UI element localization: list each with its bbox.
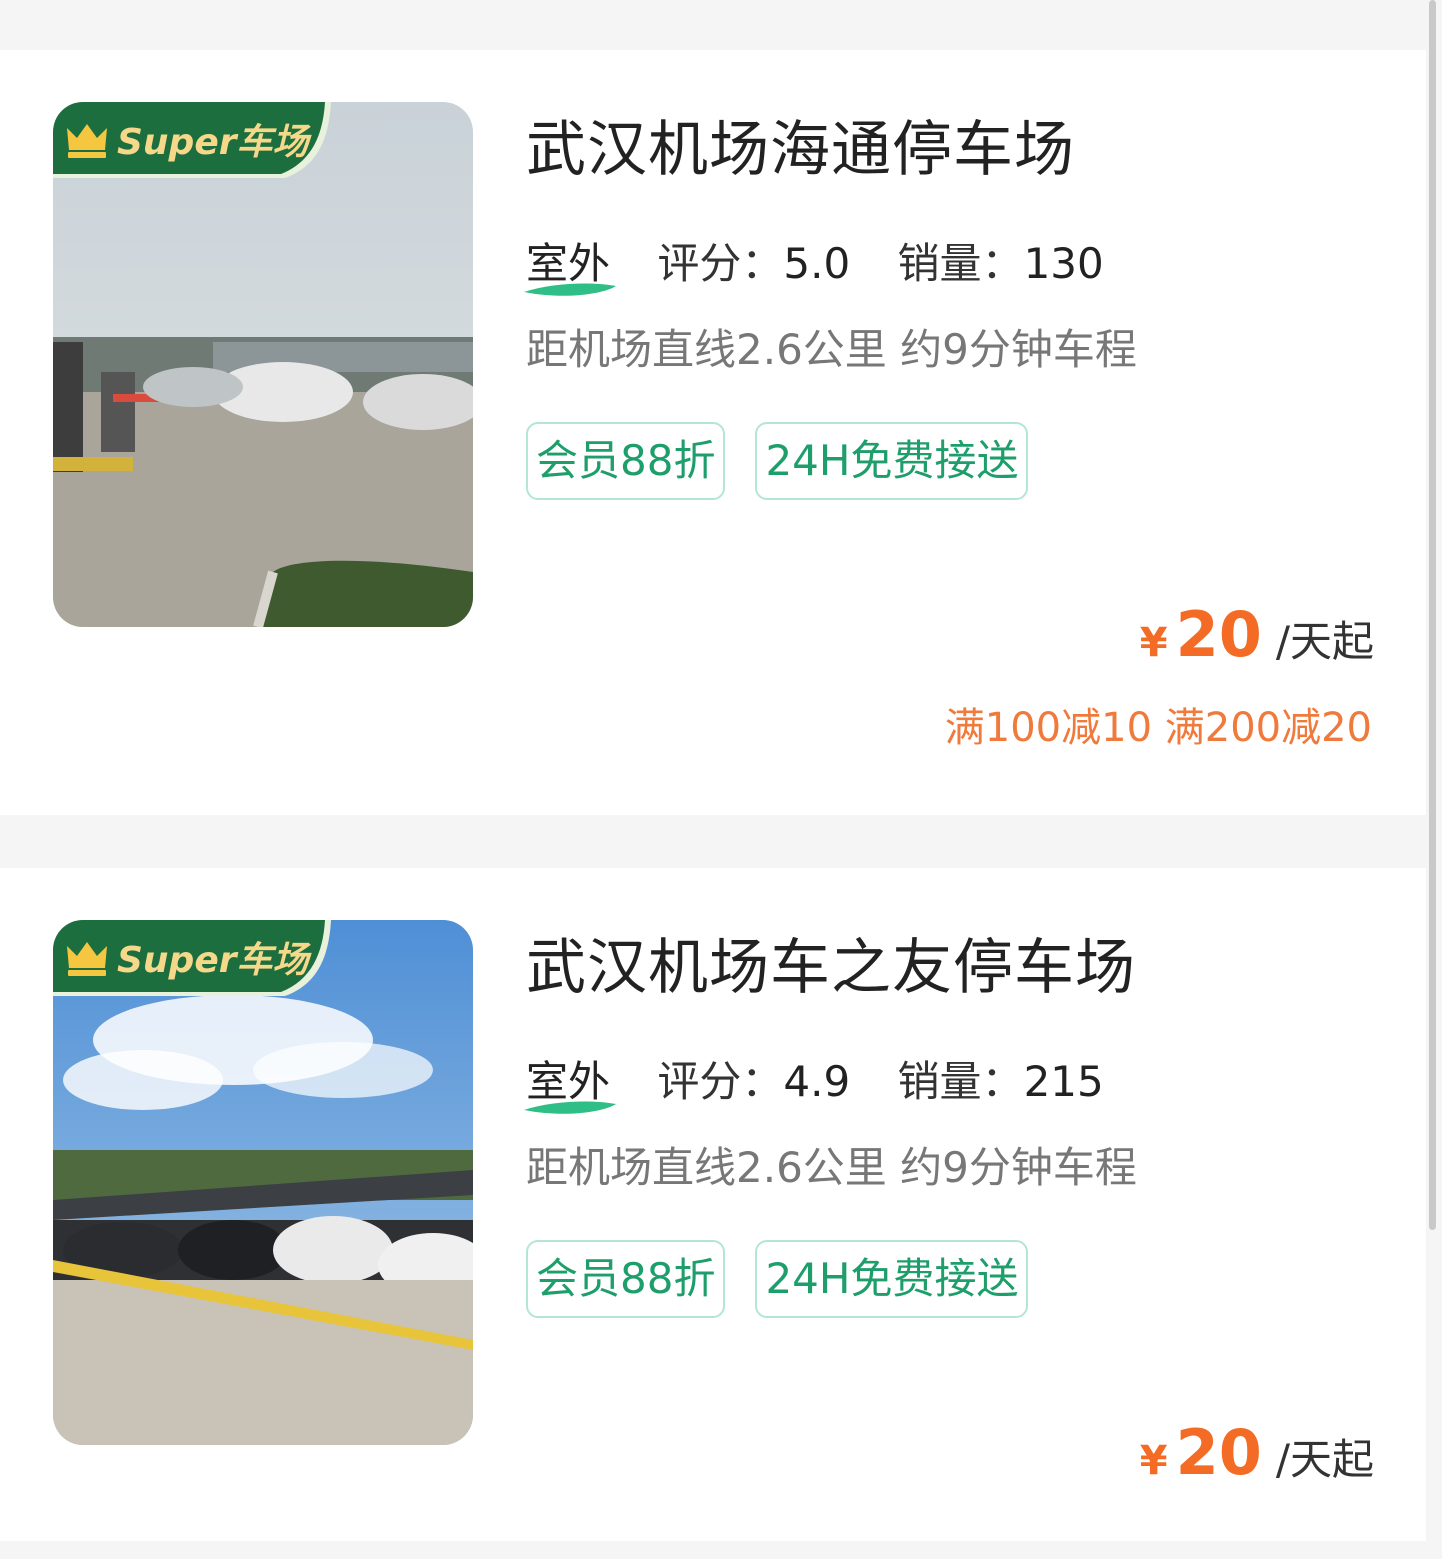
- sales-label: 销量：: [897, 239, 1024, 288]
- discount-text: 满100减10 满200减20: [944, 705, 1372, 751]
- tag-list: 会员88折 24H免费接送: [526, 422, 1029, 500]
- price-amount: 20: [1175, 1416, 1262, 1489]
- tag-member-discount: 会员88折: [526, 422, 726, 500]
- rating-value: 5.0: [783, 239, 851, 288]
- price-amount: 20: [1175, 598, 1262, 671]
- distance-text: 距机场直线2.6公里 约9分钟车程: [526, 1143, 1137, 1192]
- lot-meta: 室外 评分：5.0 销量：130: [524, 236, 1104, 296]
- parking-lot-title[interactable]: 武汉机场海通停车场: [526, 110, 1075, 190]
- lot-type: 室外: [524, 236, 616, 296]
- sales-label: 销量：: [897, 1057, 1024, 1106]
- parking-lot-card[interactable]: Super车场 武汉机场海通停车场 室外 评分：5.0 销量：130 距机场直线…: [0, 50, 1426, 815]
- scrollbar[interactable]: [1429, 0, 1436, 1230]
- super-lot-badge: Super车场: [53, 102, 331, 178]
- sales-value: 215: [1023, 1057, 1104, 1106]
- lot-type: 室外: [524, 1054, 616, 1114]
- lot-meta: 室外 评分：4.9 销量：215: [524, 1054, 1104, 1114]
- tag-member-discount: 会员88折: [526, 1240, 726, 1318]
- svg-text:Super车场: Super车场: [117, 122, 312, 163]
- tag-shuttle: 24H免费接送: [755, 422, 1029, 500]
- rating-label: 评分：: [657, 239, 784, 288]
- price: ¥ 20 /天起: [1140, 598, 1374, 671]
- tag-list: 会员88折 24H免费接送: [526, 1240, 1029, 1318]
- parking-lot-title[interactable]: 武汉机场车之友停车场: [526, 928, 1136, 1008]
- price-unit: /天起: [1275, 617, 1374, 666]
- rating-value: 4.9: [783, 1057, 851, 1106]
- sales-value: 130: [1023, 239, 1104, 288]
- parking-lot-photo: Super车场: [53, 920, 473, 1445]
- price-unit: /天起: [1275, 1435, 1374, 1484]
- currency-symbol: ¥: [1139, 620, 1168, 666]
- parking-lot-card[interactable]: Super车场 武汉机场车之友停车场 室外 评分：4.9 销量：215 距机场直…: [0, 868, 1426, 1541]
- tag-shuttle: 24H免费接送: [755, 1240, 1029, 1318]
- svg-text:Super车场: Super车场: [117, 940, 312, 981]
- super-lot-badge: Super车场: [53, 920, 331, 996]
- currency-symbol: ¥: [1139, 1438, 1168, 1484]
- rating-label: 评分：: [657, 1057, 784, 1106]
- price: ¥ 20 /天起: [1140, 1416, 1374, 1489]
- parking-lot-photo: Super车场: [53, 102, 473, 627]
- distance-text: 距机场直线2.6公里 约9分钟车程: [526, 325, 1137, 374]
